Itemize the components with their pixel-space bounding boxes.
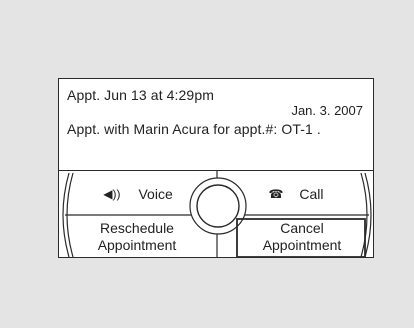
cancel-label-line1: Cancel — [280, 220, 324, 236]
reschedule-appointment-button[interactable]: Reschedule Appointment — [67, 217, 207, 257]
call-label: Call — [299, 186, 324, 202]
reschedule-label-line1: Reschedule — [100, 220, 174, 236]
cancel-appointment-button[interactable]: Cancel Appointment — [237, 217, 367, 257]
voice-label: Voice — [138, 186, 173, 202]
reschedule-label-line2: Appointment — [97, 237, 177, 253]
phone-icon: ☎ — [268, 187, 284, 201]
control-panel: ◀)) Voice ☎ Call Reschedule Appointment … — [59, 171, 373, 257]
message-area: Appt. Jun 13 at 4:29pm Jan. 3. 2007 Appt… — [59, 79, 373, 170]
voice-button[interactable]: ◀)) Voice — [73, 177, 203, 211]
appointment-detail-text: Appt. with Marin Acura for appt.#: OT-1 … — [67, 121, 321, 137]
cancel-label-line2: Appointment — [262, 237, 342, 253]
call-button[interactable]: ☎ Call — [231, 177, 361, 211]
message-date: Jan. 3. 2007 — [291, 103, 363, 118]
display-screen: Appt. Jun 13 at 4:29pm Jan. 3. 2007 Appt… — [58, 78, 374, 258]
appointment-time-text: Appt. Jun 13 at 4:29pm — [67, 87, 214, 103]
speaker-icon: ◀)) — [103, 187, 121, 201]
